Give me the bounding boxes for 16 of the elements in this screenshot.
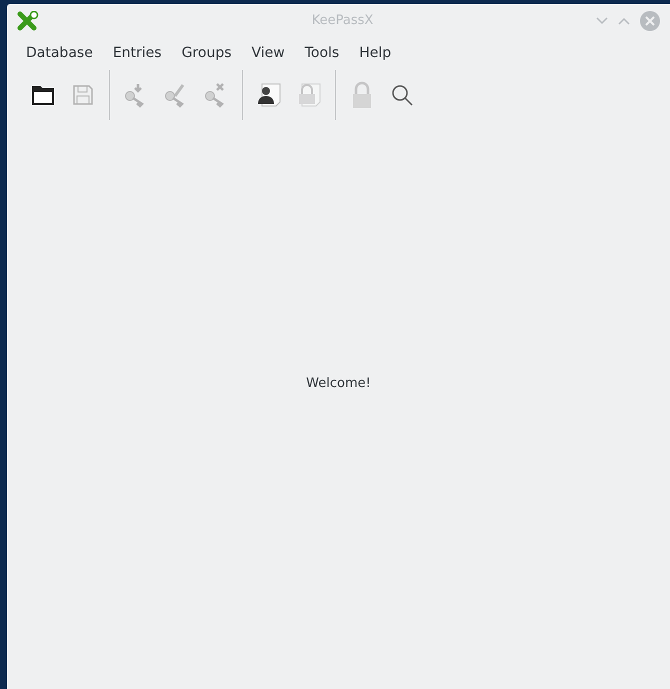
welcome-message: Welcome!	[306, 374, 371, 393]
padlock-document-icon	[296, 82, 322, 108]
padlock-icon	[352, 81, 372, 109]
close-icon[interactable]	[640, 11, 660, 31]
search-icon	[391, 84, 413, 106]
menu-item[interactable]: Entries	[104, 40, 170, 66]
menu-item[interactable]: Tools	[296, 40, 348, 66]
user-document-icon	[256, 82, 282, 108]
menu-item[interactable]: Groups	[174, 40, 240, 66]
minimize-icon[interactable]	[596, 17, 608, 25]
menu-item[interactable]: View	[244, 40, 293, 66]
menu-item[interactable]: Database	[18, 40, 101, 66]
app-logo-icon	[17, 11, 39, 31]
maximize-icon[interactable]	[618, 17, 630, 25]
menu-item[interactable]: Help	[351, 40, 400, 66]
folder-icon	[32, 85, 54, 105]
